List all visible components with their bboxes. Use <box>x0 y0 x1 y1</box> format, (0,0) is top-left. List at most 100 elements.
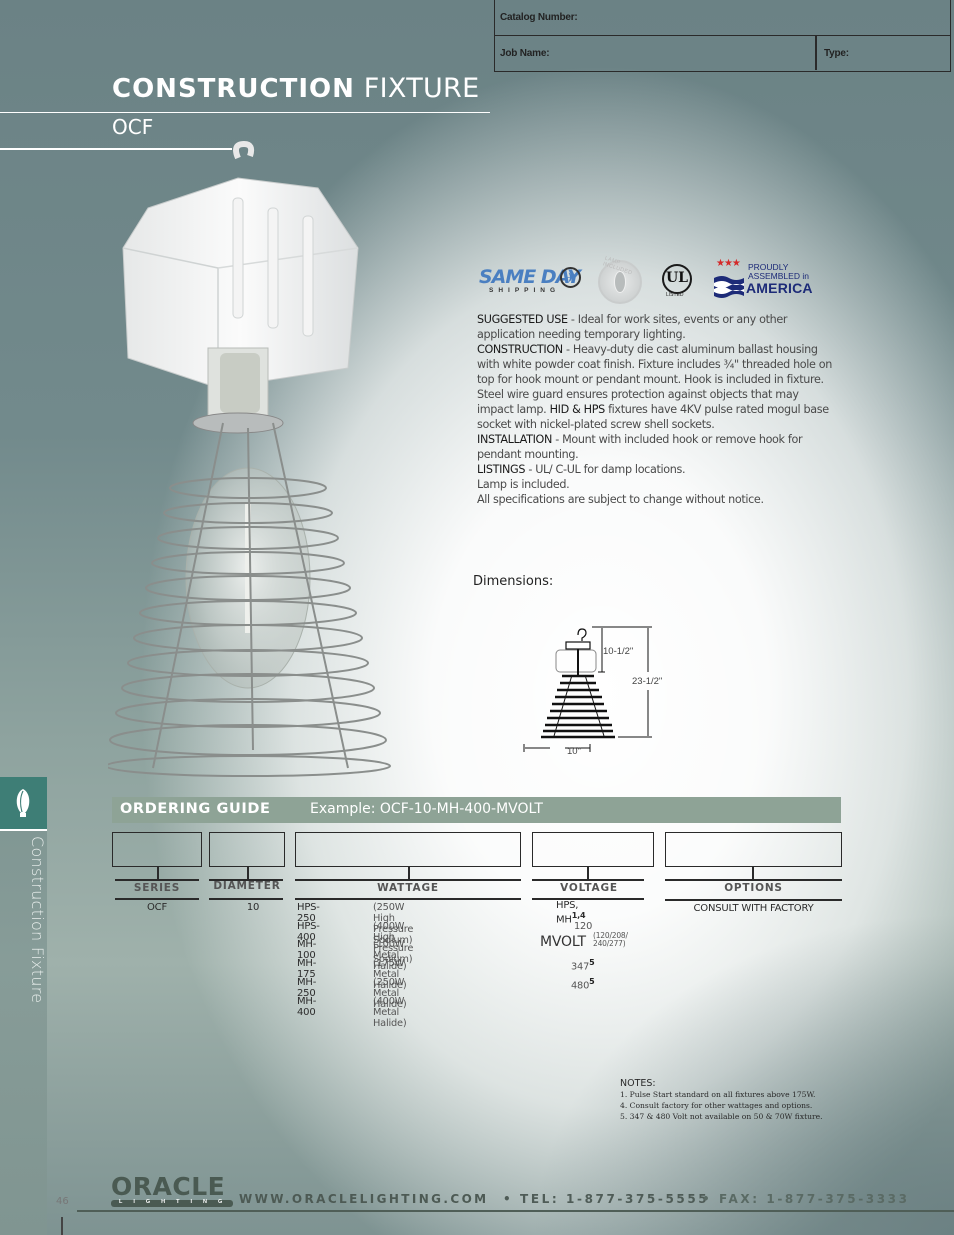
america-text: AMERICA <box>746 280 813 296</box>
notes-title: NOTES: <box>620 1078 656 1089</box>
disclaimer: All specifications are subject to change… <box>477 493 764 506</box>
options-value: CONSULT WITH FACTORY <box>693 903 814 914</box>
diameter-stem <box>247 867 249 879</box>
product-photo <box>108 140 391 777</box>
voltage-120: 120 <box>574 921 593 932</box>
flag-icon <box>714 276 744 298</box>
options-entry-box[interactable] <box>665 832 842 867</box>
wattage-rule-2 <box>295 898 521 900</box>
type-label: Type: <box>824 48 849 59</box>
housing-height-label: 10-1/2" <box>603 646 633 657</box>
catalog-number-label: Catalog Number: <box>500 12 578 23</box>
website-link[interactable]: WWW.ORACLELIGHTING.COM <box>239 1192 489 1206</box>
voltage-347: 3475 <box>571 958 595 973</box>
section-tab-label: Construction Fixture <box>28 836 47 1004</box>
installation-label: INSTALLATION <box>477 433 553 446</box>
voltage-rule <box>532 879 644 881</box>
wattage-entry-box[interactable] <box>295 832 521 867</box>
notes: NOTES: 1. Pulse Start standard on all fi… <box>620 1078 823 1122</box>
listings-label: LISTINGS <box>477 463 526 476</box>
voltage-347-value: 347 <box>571 961 590 973</box>
telephone-number: • TEL: 1-877-375-5555 <box>503 1192 710 1206</box>
series-value: OCF <box>146 902 167 913</box>
section-tab-divider <box>0 829 47 831</box>
series-rule-2 <box>115 898 199 900</box>
listings-text: - UL/ C-UL for damp locations. <box>525 463 686 476</box>
job-name-label: Job Name: <box>500 48 550 59</box>
width-label: 10" <box>567 746 581 757</box>
suggested-use: SUGGESTED USE - Ideal for work sites, ev… <box>477 312 837 342</box>
diameter-value: 10 <box>246 902 260 913</box>
oracle-lighting-logo: ORACLE LIGHTING <box>111 1172 234 1208</box>
voltage-480-footnote: 5 <box>589 977 595 986</box>
lamp-included-badge: LAMP INCLUDED <box>598 256 642 304</box>
shipping-text: SHIPPING <box>489 287 561 294</box>
ordering-example: Example: OCF-10-MH-400-MVOLT <box>310 801 543 817</box>
page-tick-mark <box>61 1217 63 1235</box>
series-rule <box>115 879 199 881</box>
installation: INSTALLATION - Mount with included hook … <box>477 432 837 462</box>
title-light: FIXTURE <box>363 73 480 104</box>
options-rule-2 <box>665 899 842 901</box>
voltage-480-value: 480 <box>571 980 590 992</box>
ul-listed-icon: UL <box>662 264 692 294</box>
mvolt-range-2: 240/277) <box>593 939 626 948</box>
ordering-guide-bar: ORDERING GUIDE Example: OCF-10-MH-400-MV… <box>112 797 841 823</box>
title-bold: CONSTRUCTION <box>112 74 355 104</box>
bulb-icon <box>614 271 626 293</box>
suggested-use-label: SUGGESTED USE <box>477 313 568 326</box>
ordering-guide-title: ORDERING GUIDE <box>120 801 271 817</box>
voltage-347-footnote: 5 <box>589 958 595 967</box>
overall-height-label: 23-1/2" <box>632 676 662 687</box>
logo-subtext: LIGHTING <box>119 1199 234 1205</box>
note-item: 1. Pulse Start standard on all fixtures … <box>620 1090 816 1099</box>
voltage-rule-2 <box>532 898 644 900</box>
assembled-in-america-badge: ★★★ PROUDLY ASSEMBLED in AMERICA <box>714 258 824 304</box>
wattage-stem <box>408 867 410 879</box>
listings: LISTINGS - UL/ C-UL for damp locations. <box>477 462 837 477</box>
hid-hps-label: HID & HPS <box>549 403 606 416</box>
page-number: 46 <box>56 1196 69 1207</box>
form-divider <box>815 36 817 70</box>
wattage-header: WATTAGE <box>377 882 439 894</box>
lamp-note: Lamp is included. <box>477 478 570 491</box>
product-description: SUGGESTED USE - Ideal for work sites, ev… <box>477 312 837 507</box>
series-header: SERIES <box>133 882 181 894</box>
note-item: 4. Consult factory for other wattages an… <box>620 1101 813 1110</box>
options-header: OPTIONS <box>724 882 783 894</box>
diameter-header: DIAMETER <box>213 880 281 892</box>
voltage-header: VOLTAGE <box>560 882 618 894</box>
wattage-rule <box>295 879 521 881</box>
options-stem <box>752 867 754 879</box>
cage-rings <box>541 674 615 739</box>
fax-number: • FAX: 1-877-375-3333 <box>702 1192 910 1206</box>
voltage-footnote: 1,4 <box>571 911 586 920</box>
leaf-bulb-icon <box>16 789 30 817</box>
spec-form: Catalog Number: Job Name: Type: <box>494 0 951 72</box>
logo-wordmark: ORACLE <box>111 1172 226 1201</box>
voltage-entry-box[interactable] <box>532 832 654 867</box>
certification-badges: SAME DAY SHIPPING ✈ LAMP INCLUDED UL LIS… <box>476 256 836 304</box>
page-title: CONSTRUCTION FIXTURE <box>112 73 479 104</box>
series-stem <box>157 867 159 879</box>
footer-divider <box>77 1210 954 1212</box>
voltage-stem <box>587 867 589 879</box>
series-entry-box[interactable] <box>112 832 202 867</box>
construction: CONSTRUCTION - Heavy-duty die cast alumi… <box>477 342 837 432</box>
voltage-mvolt: MVOLT <box>540 934 586 950</box>
catalog-number-field[interactable]: Catalog Number: <box>495 0 950 36</box>
wattage-desc: (400W Metal Halide) <box>373 996 407 1029</box>
hook-shape <box>577 628 587 641</box>
diameter-entry-box[interactable] <box>209 832 285 867</box>
dimensions-label: Dimensions: <box>473 574 554 589</box>
product-code: OCF <box>112 115 154 139</box>
diameter-rule-2 <box>209 898 283 900</box>
section-icon-box <box>0 777 47 829</box>
title-divider <box>0 112 490 113</box>
voltage-mvolt-range: (120/208/240/277) <box>593 932 628 948</box>
options-rule <box>665 879 842 881</box>
dimension-diagram: 10-1/2" 23-1/2" 10" <box>523 626 662 757</box>
construction-label: CONSTRUCTION <box>477 343 563 356</box>
airplane-icon: ✈ <box>560 267 581 288</box>
stars-icon: ★★★ <box>716 258 741 269</box>
